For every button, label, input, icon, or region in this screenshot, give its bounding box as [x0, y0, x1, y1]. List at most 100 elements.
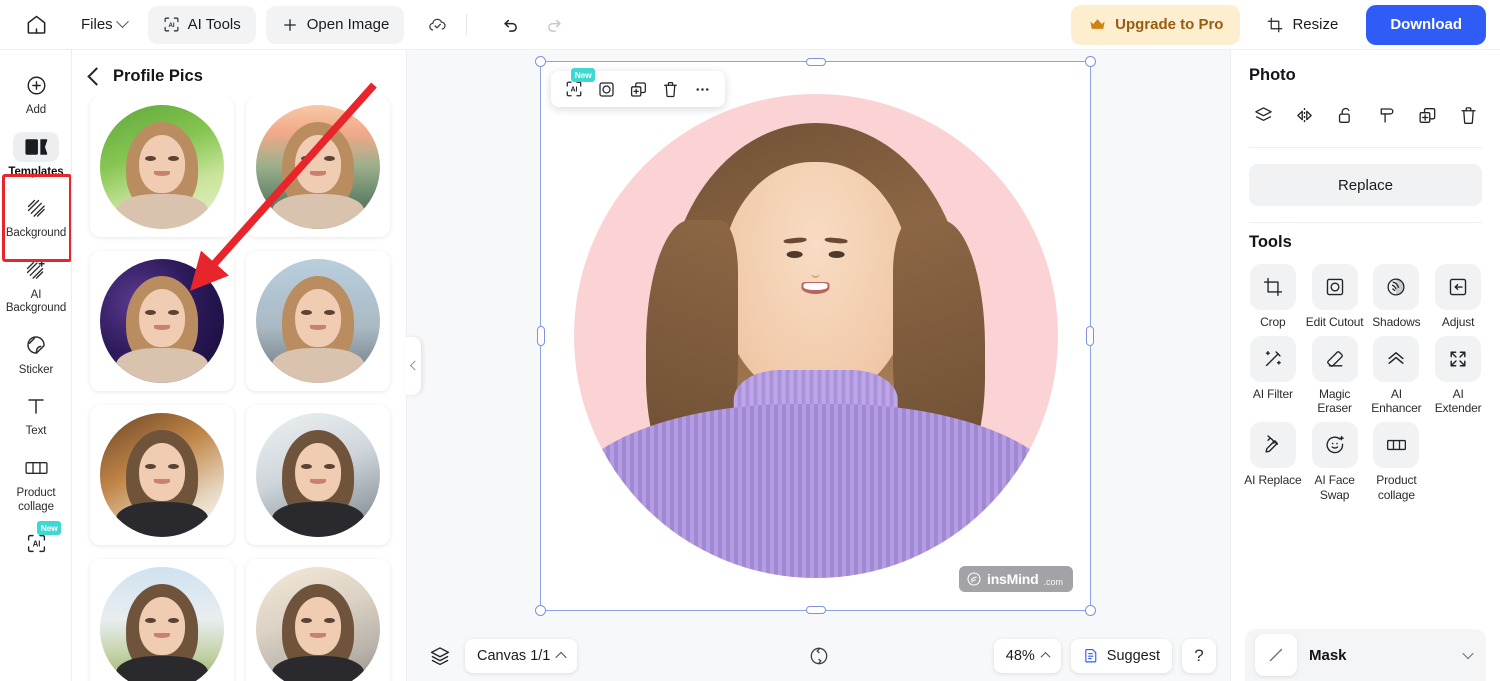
rail-label: Sticker [18, 363, 54, 376]
tool-shadows[interactable]: Shadows [1367, 264, 1427, 332]
tool-adjust[interactable]: Adjust [1428, 264, 1488, 332]
svg-text:AI: AI [168, 22, 174, 29]
template-card[interactable] [246, 405, 390, 545]
chevron-down-icon [115, 15, 129, 29]
ai-tool-button[interactable]: AI New [559, 68, 595, 104]
resize-handle-bottom[interactable] [805, 606, 826, 614]
edit-cutout-icon [1311, 264, 1358, 310]
template-card[interactable] [90, 251, 234, 391]
flip-icon[interactable] [1288, 99, 1320, 131]
rail-item-background[interactable]: Background [0, 187, 71, 249]
resize-handle-top[interactable] [805, 58, 826, 66]
rail-item-add[interactable]: Add [0, 64, 71, 126]
duplicate-button[interactable] [623, 74, 653, 104]
ai-face-swap-icon [1311, 421, 1358, 468]
chevron-up-icon [1040, 651, 1051, 662]
resize-handle-top-left[interactable] [535, 56, 546, 67]
template-card[interactable] [246, 97, 390, 237]
canvas-selector[interactable]: Canvas 1/1 [465, 638, 578, 673]
cloud-saved-icon[interactable] [418, 6, 456, 44]
zoom-control[interactable]: 48% [993, 638, 1061, 673]
tool-ai-extender[interactable]: AI Extender [1428, 335, 1488, 418]
tool-ai-face-swap[interactable]: AI Face Swap [1305, 421, 1365, 504]
replace-button[interactable]: Replace [1249, 164, 1482, 206]
tool-ai-filter[interactable]: AI Filter [1243, 335, 1303, 418]
template-card[interactable] [246, 251, 390, 391]
collapse-panel-handle[interactable] [405, 336, 421, 395]
home-icon[interactable] [16, 5, 56, 45]
resize-icon [1268, 17, 1283, 32]
resize-handle-top-right[interactable] [1085, 56, 1096, 67]
duplicate-icon[interactable] [1411, 99, 1443, 131]
template-card[interactable] [90, 405, 234, 545]
rail-item-sticker[interactable]: Sticker [0, 324, 71, 386]
garden-portrait-thumb [100, 105, 224, 229]
upgrade-label: Upgrade to Pro [1115, 16, 1224, 33]
chevron-left-icon [409, 360, 420, 371]
tool-product-collage[interactable]: Product collage [1367, 421, 1427, 504]
open-image-button[interactable]: Open Image [265, 5, 405, 44]
files-menu[interactable]: Files [72, 10, 136, 39]
chevron-left-icon[interactable] [87, 67, 106, 86]
sticker-icon [13, 330, 59, 360]
galaxy-portrait-thumb [100, 259, 224, 383]
open-image-label: Open Image [306, 16, 390, 33]
photo-section-title: Photo [1249, 66, 1296, 84]
rail-item-product-collage[interactable]: Product collage [0, 447, 71, 522]
eyedropper-icon[interactable] [1370, 99, 1402, 131]
tool-label: AI Replace [1244, 472, 1302, 487]
panel-title: Profile Pics [113, 67, 203, 85]
resize-button[interactable]: Resize [1252, 5, 1352, 45]
mask-section[interactable]: Mask [1245, 629, 1486, 681]
canvas-area[interactable]: insMind .com AI New Canvas 1/1 48% Sugge… [407, 50, 1230, 681]
trash-icon[interactable] [1452, 99, 1484, 131]
unlock-icon[interactable] [1329, 99, 1361, 131]
cutout-button[interactable] [591, 74, 621, 104]
rail-item-ai-background[interactable]: AI Background [0, 249, 71, 324]
selection-box[interactable]: insMind .com AI New [535, 56, 1096, 616]
product-collage-icon [1373, 421, 1420, 468]
upgrade-to-pro-button[interactable]: Upgrade to Pro [1071, 4, 1241, 45]
house-portrait-thumb [100, 567, 224, 681]
redo-button[interactable] [535, 6, 573, 44]
resize-handle-bottom-left[interactable] [535, 605, 546, 616]
rail-item-templates[interactable]: Templates [0, 126, 71, 188]
sunset-portrait-thumb [256, 105, 380, 229]
chevron-down-icon [1462, 647, 1474, 660]
portrait-face [721, 161, 910, 399]
tool-crop[interactable]: Crop [1243, 264, 1303, 332]
photo-layer[interactable] [573, 94, 1058, 578]
tool-ai-enhancer[interactable]: AI Enhancer [1367, 335, 1427, 418]
photo-actions-row [1231, 85, 1500, 147]
tool-label: Magic Eraser [1317, 386, 1352, 416]
tool-ai-replace[interactable]: AI Replace [1243, 421, 1303, 504]
insmind-logo-icon [967, 572, 981, 586]
ai-tools-button[interactable]: AI AI Tools [147, 5, 256, 44]
rail-item-ai-frame[interactable]: AI New [0, 521, 71, 566]
download-button[interactable]: Download [1366, 4, 1486, 45]
rail-item-text[interactable]: Text [0, 385, 71, 447]
mask-thumbnail [1255, 634, 1297, 676]
more-button[interactable] [687, 74, 717, 104]
template-card[interactable] [90, 97, 234, 237]
template-card[interactable] [90, 559, 234, 681]
plus-circle-icon [13, 70, 59, 100]
layers-button[interactable] [425, 641, 455, 671]
tool-edit-cutout[interactable]: Edit Cutout [1305, 264, 1365, 332]
watermark-suffix: .com [1043, 577, 1063, 587]
resize-handle-right[interactable] [1086, 326, 1094, 346]
layer-order-icon[interactable] [1247, 99, 1279, 131]
suggest-icon [1085, 648, 1097, 663]
rotate-button[interactable] [804, 641, 834, 671]
layers-icon [430, 646, 450, 665]
resize-handle-bottom-right[interactable] [1085, 605, 1096, 616]
new-badge: New [37, 521, 61, 535]
tool-magic-eraser[interactable]: Magic Eraser [1305, 335, 1365, 418]
help-button[interactable]: ? [1182, 638, 1216, 673]
resize-handle-left[interactable] [537, 326, 545, 346]
delete-button[interactable] [655, 74, 685, 104]
undo-button[interactable] [491, 6, 529, 44]
suggest-button[interactable]: Suggest [1070, 638, 1172, 673]
template-card[interactable] [246, 559, 390, 681]
panel-divider [1249, 147, 1482, 148]
